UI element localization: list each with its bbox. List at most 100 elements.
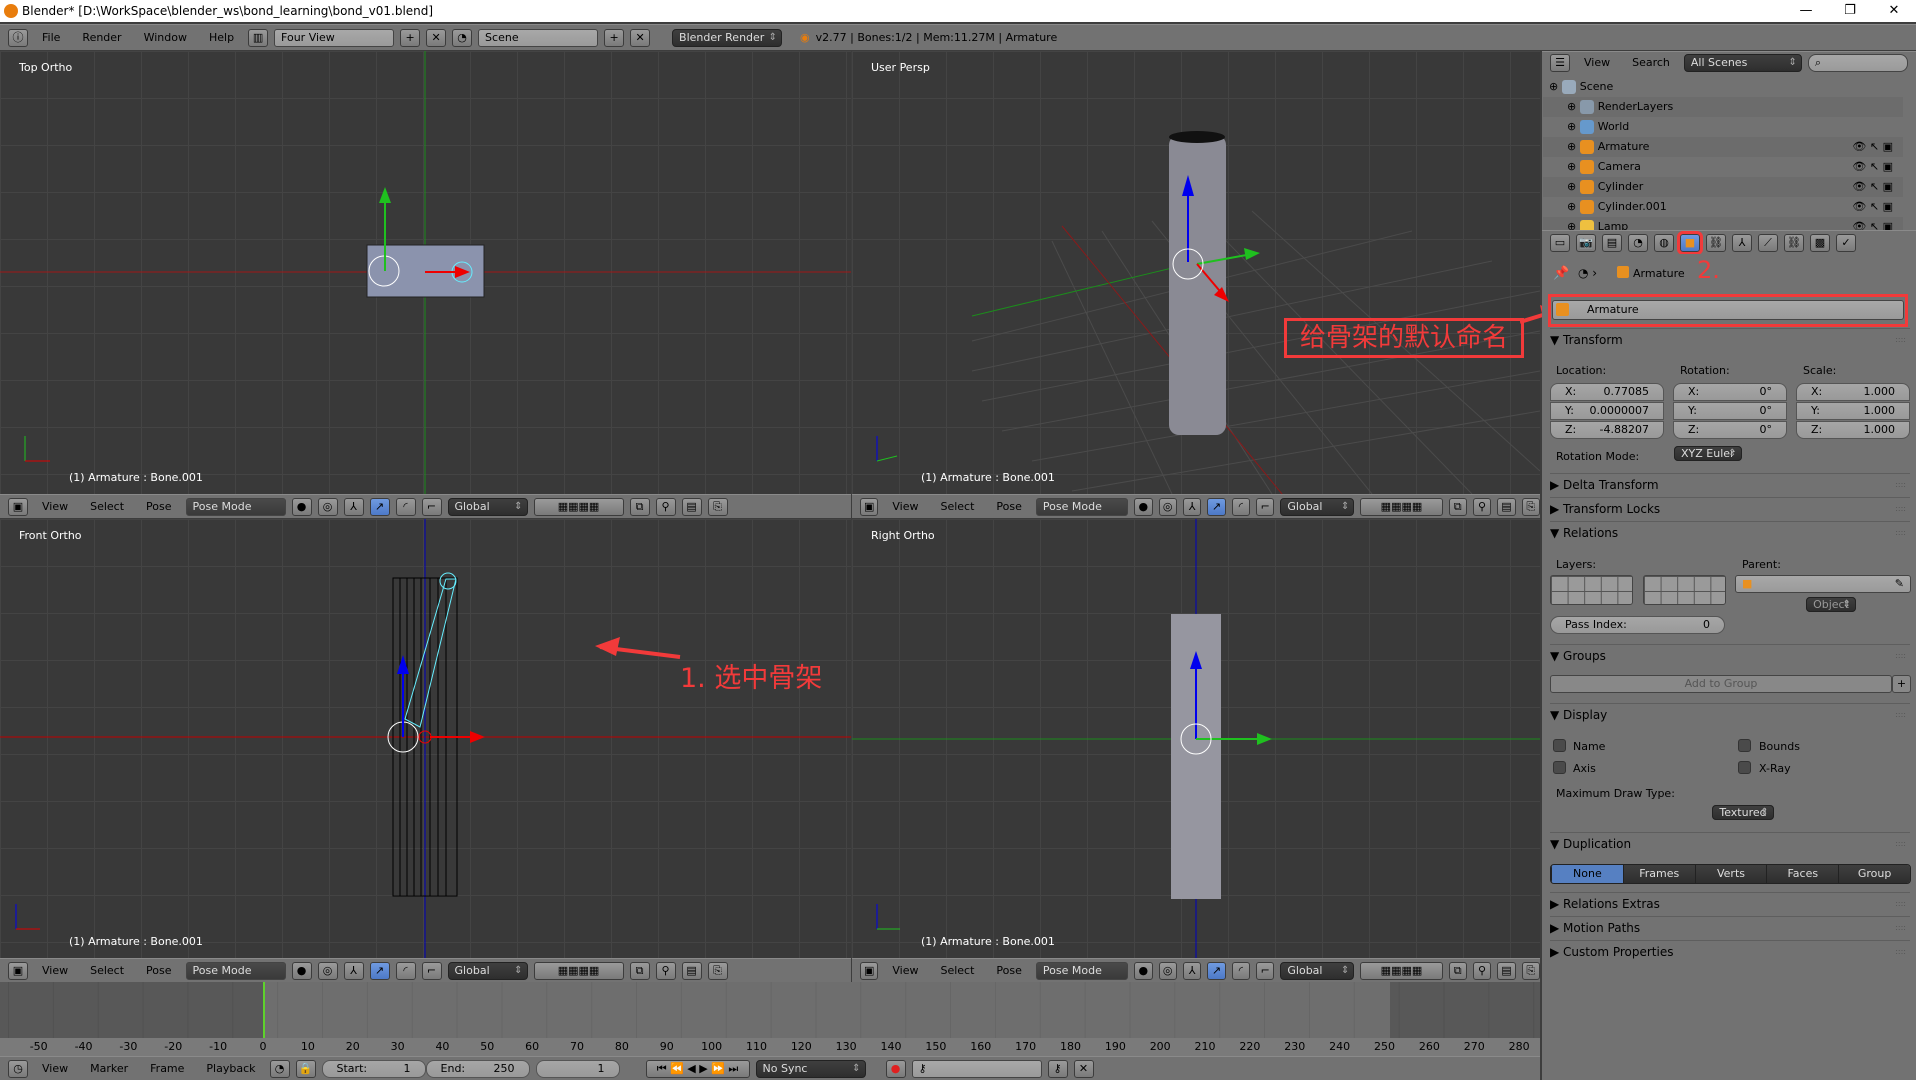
menu-render[interactable]: Render <box>74 31 129 44</box>
render-icon[interactable]: ▤ <box>1497 961 1516 980</box>
menu-pose[interactable]: Pose <box>988 500 1029 513</box>
end-frame-field[interactable]: End: 250 <box>425 1059 530 1078</box>
expand-icon[interactable]: ⊕ <box>1567 100 1576 113</box>
tab-armature-data-icon[interactable]: ⅄ <box>1732 233 1752 252</box>
bounds-checkbox[interactable] <box>1738 739 1751 752</box>
scene-icon[interactable]: ◔ <box>452 28 473 47</box>
panel-transform-locks[interactable]: ▶ Transform Locks:::: <box>1550 497 1910 519</box>
viewport-user-persp[interactable]: User Persp (1) Armature : Bone.001 <box>852 51 1540 494</box>
insert-keyframe-icon[interactable]: ⚷ <box>1047 1059 1068 1078</box>
keying-set-field[interactable]: ⚷ <box>911 1059 1042 1078</box>
timeline-ruler[interactable] <box>0 1038 1540 1056</box>
render-icon[interactable]: ▤ <box>681 961 702 980</box>
outliner-item[interactable]: ⊕ Cylinder 👁 ↖ ▣ <box>1543 177 1903 197</box>
expand-icon[interactable]: ⊕ <box>1567 140 1576 153</box>
scale-z-field[interactable]: Z: 1.000 <box>1796 421 1910 439</box>
duplication-group-button[interactable]: Group <box>1838 865 1910 883</box>
duplication-faces-button[interactable]: Faces <box>1766 865 1839 883</box>
snap-icon[interactable]: ⚲ <box>655 961 676 980</box>
panel-duplication[interactable]: ▼ Duplication:::: <box>1550 832 1910 854</box>
copy-pose-icon[interactable]: ⎘ <box>1521 961 1540 980</box>
expand-icon[interactable]: ⊕ <box>1549 80 1558 93</box>
duplication-none-button[interactable]: None <box>1551 865 1623 883</box>
scale-icon[interactable]: ⌐ <box>1256 497 1275 516</box>
close-button[interactable]: ✕ <box>1874 0 1914 22</box>
visibility-icons[interactable]: 👁 ↖ ▣ <box>1852 197 1893 217</box>
panel-groups[interactable]: ▼ Groups:::: <box>1550 644 1910 666</box>
duplication-frames-button[interactable]: Frames <box>1622 865 1695 883</box>
axis-checkbox[interactable] <box>1553 761 1566 774</box>
parent-field[interactable]: ■ ✎ <box>1735 575 1911 593</box>
delete-keyframe-icon[interactable]: ✕ <box>1073 1059 1094 1078</box>
tab-object-icon[interactable]: ■ <box>1677 231 1703 254</box>
visibility-icons[interactable]: 👁 ↖ ▣ <box>1852 137 1893 157</box>
lock-layers-icon[interactable]: ⧉ <box>629 961 650 980</box>
orientation-dropdown[interactable]: Global <box>1280 961 1355 980</box>
parent-type-dropdown[interactable]: Object <box>1806 597 1856 612</box>
layers-grid[interactable]: ▦▦▦▦ <box>1360 961 1443 980</box>
manipulator-icon[interactable]: ⅄ <box>1182 497 1202 516</box>
outliner-item[interactable]: ⊕ World <box>1543 117 1903 137</box>
expand-icon[interactable]: ⊕ <box>1567 180 1576 193</box>
playback-controls[interactable]: ⏮ ⏪ ◀ ▶ ⏩ ⏭ <box>645 1059 750 1078</box>
add-scene-icon[interactable]: + <box>604 28 625 47</box>
render-engine-dropdown[interactable]: Blender Render <box>672 28 783 47</box>
add-screen-icon[interactable]: + <box>400 28 421 47</box>
lock-range-icon[interactable]: 🔒 <box>295 1059 316 1078</box>
scale-x-field[interactable]: X: 1.000 <box>1796 383 1910 401</box>
tab-render-layers-icon[interactable]: ▤ <box>1602 233 1622 252</box>
rotation-mode-dropdown[interactable]: XYZ Euler <box>1674 446 1742 461</box>
tab-render-icon[interactable]: 📷 <box>1576 233 1596 252</box>
pivot-icon[interactable]: ◎ <box>1158 961 1177 980</box>
expand-icon[interactable]: ⊕ <box>1567 200 1576 213</box>
rotate-icon[interactable]: ◜ <box>1231 961 1251 980</box>
xray-checkbox[interactable] <box>1738 761 1751 774</box>
layers-grid-2[interactable] <box>1643 575 1726 605</box>
eyedropper-icon[interactable]: ✎ <box>1895 576 1904 592</box>
panel-custom-properties[interactable]: ▶ Custom Properties:::: <box>1550 940 1910 962</box>
outliner-item[interactable]: ⊕ Armature 👁 ↖ ▣ <box>1543 137 1903 157</box>
tab-physics-icon[interactable]: ✓ <box>1836 233 1856 252</box>
outliner-item[interactable]: ⊕ Scene <box>1543 77 1903 97</box>
lock-layers-icon[interactable]: ⧉ <box>1448 497 1467 516</box>
menu-view[interactable]: View <box>884 964 926 977</box>
lock-layers-icon[interactable]: ⧉ <box>629 497 650 516</box>
minimize-button[interactable]: — <box>1786 0 1826 22</box>
panel-motion-paths[interactable]: ▶ Motion Paths:::: <box>1550 916 1910 938</box>
expand-icon[interactable]: ⊕ <box>1567 160 1576 173</box>
name-checkbox[interactable] <box>1553 739 1566 752</box>
tab-bone-icon[interactable]: ⟋ <box>1758 233 1778 252</box>
rotation-z-field[interactable]: Z: 0° <box>1673 421 1787 439</box>
rotate-icon[interactable]: ◜ <box>395 497 416 516</box>
sync-dropdown[interactable]: No Sync <box>755 1059 866 1078</box>
panel-delta-transform[interactable]: ▶ Delta Transform:::: <box>1550 473 1910 495</box>
menu-pose[interactable]: Pose <box>138 500 179 513</box>
layers-grid[interactable]: ▦▦▦▦ <box>1360 497 1443 516</box>
menu-file[interactable]: File <box>34 31 68 44</box>
remove-scene-icon[interactable]: ✕ <box>630 28 651 47</box>
menu-view[interactable]: View <box>34 964 76 977</box>
menu-select[interactable]: Select <box>82 500 132 513</box>
shading-icon[interactable]: ● <box>1134 961 1153 980</box>
timeline-menu-view[interactable]: View <box>34 1062 76 1075</box>
viewport-right-ortho[interactable]: Right Ortho (1) Armature : Bone.001 <box>852 519 1540 958</box>
menu-view[interactable]: View <box>34 500 76 513</box>
copy-pose-icon[interactable]: ⎘ <box>707 497 728 516</box>
timeline-menu-playback[interactable]: Playback <box>198 1062 263 1075</box>
scale-icon[interactable]: ⌐ <box>421 961 442 980</box>
manipulator-icon[interactable]: ⅄ <box>343 961 364 980</box>
editor-type-icon[interactable]: ▣ <box>860 497 879 516</box>
layers-grid[interactable]: ▦▦▦▦ <box>533 497 624 516</box>
visibility-icons[interactable]: 👁 ↖ ▣ <box>1852 177 1893 197</box>
menu-select[interactable]: Select <box>82 964 132 977</box>
panel-relations-extras[interactable]: ▶ Relations Extras:::: <box>1550 892 1910 914</box>
outliner-menu-search[interactable]: Search <box>1624 56 1678 69</box>
rotate-icon[interactable]: ◜ <box>395 961 416 980</box>
shading-icon[interactable]: ● <box>1134 497 1153 516</box>
snap-icon[interactable]: ⚲ <box>655 497 676 516</box>
lock-layers-icon[interactable]: ⧉ <box>1448 961 1467 980</box>
outliner-filter-dropdown[interactable]: All Scenes <box>1683 53 1802 72</box>
orientation-dropdown[interactable]: Global <box>1280 497 1355 516</box>
layers-grid-1[interactable] <box>1550 575 1633 605</box>
tab-bone-constraints-icon[interactable]: ⛓ <box>1784 233 1804 252</box>
